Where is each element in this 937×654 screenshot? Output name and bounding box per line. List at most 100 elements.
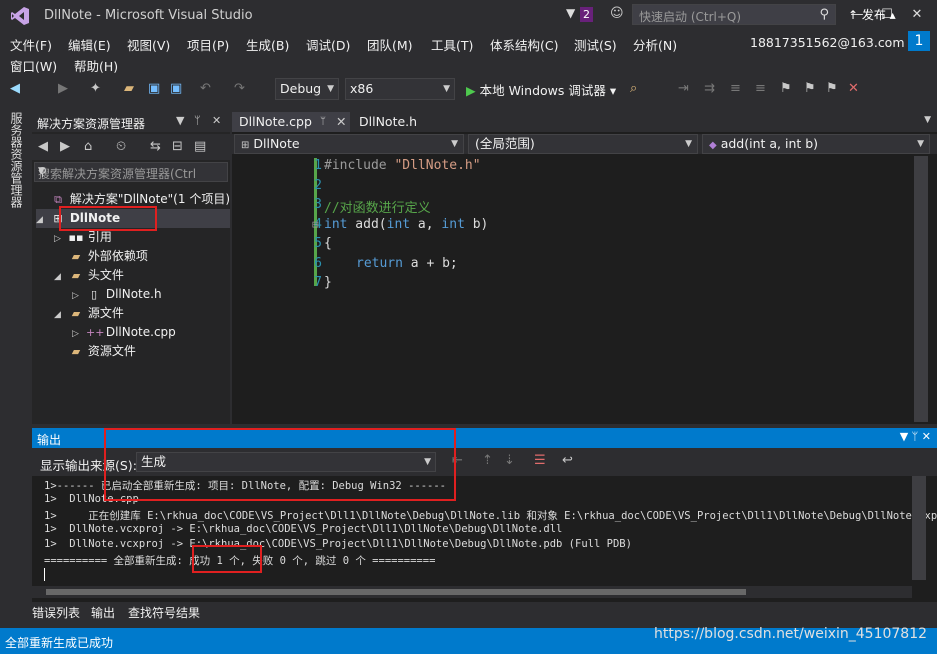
watermark-text: https://blog.csdn.net/weixin_45107812	[654, 626, 928, 642]
step-icon[interactable]: ⇥	[678, 81, 689, 96]
undo-icon[interactable]: ↶	[200, 81, 211, 96]
prev-bookmark-icon[interactable]: ⚑	[804, 81, 816, 96]
tree-item-header-files[interactable]: ◢ ▰ 头文件	[54, 266, 124, 285]
collapse-icon[interactable]: ⊟	[172, 139, 183, 154]
uncomment-icon[interactable]: ≡	[755, 81, 766, 96]
highlight-box-build-start	[104, 428, 456, 501]
output-title: 输出	[37, 433, 62, 447]
solution-search-input[interactable]: 搜索解决方案资源管理器(Ctrl ⚲ ▼	[34, 162, 228, 182]
menu-window[interactable]: 窗口(W)	[10, 56, 57, 75]
collapse-region-icon[interactable]: ⊟	[312, 218, 319, 231]
output-horizontal-scrollbar[interactable]	[32, 586, 912, 598]
start-debugger-button[interactable]: ▶ 本地 Windows 调试器 ▾	[466, 80, 616, 99]
output-line: 1> 正在创建库 E:\rkhua_doc\CODE\VS_Project\Dl…	[44, 510, 937, 522]
menu-build[interactable]: 生成(B)	[246, 35, 289, 54]
visual-studio-logo-icon	[11, 7, 29, 25]
tab-dllnote-h[interactable]: DllNote.h	[352, 112, 448, 132]
chevron-down-icon: ▼	[443, 84, 450, 94]
show-all-icon[interactable]: ▤	[194, 139, 206, 154]
member-dropdown[interactable]: ◆ add(int a, int b) ▼	[702, 134, 930, 154]
account-badge[interactable]: 1	[908, 31, 930, 51]
back-icon[interactable]: ◀	[10, 81, 20, 96]
output-vertical-scrollbar[interactable]	[912, 476, 926, 580]
output-window-controls[interactable]: ▼ ᛘ ✕	[900, 430, 931, 443]
menu-view[interactable]: 视图(V)	[127, 35, 170, 54]
platform-select[interactable]: x86 ▼	[345, 78, 455, 100]
tab-error-list[interactable]: 错误列表	[32, 604, 80, 621]
sync-icon[interactable]: ⇆	[150, 139, 161, 154]
tab-dllnote-cpp[interactable]: DllNote.cpp ᛘ ✕	[232, 112, 350, 132]
notification-flag-icon[interactable]: ▼	[566, 6, 575, 20]
chevron-down-icon: ▼	[685, 139, 692, 149]
folder-icon: ▰	[71, 250, 81, 263]
menu-debug[interactable]: 调试(D)	[306, 35, 350, 54]
save-all-icon[interactable]: ▣	[170, 81, 182, 96]
panel-close-icon[interactable]: ✕	[212, 114, 221, 127]
comment-icon[interactable]: ≡	[730, 81, 741, 96]
notification-count-badge[interactable]: 2	[580, 7, 593, 22]
tree-item-external-deps[interactable]: ▰ 外部依赖项	[54, 247, 148, 266]
editor-vertical-scrollbar[interactable]	[914, 156, 928, 422]
menu-test[interactable]: 测试(S)	[574, 35, 617, 54]
feedback-icon[interactable]: ☺	[610, 6, 624, 21]
project-icon: ⊞	[241, 140, 250, 151]
next-message-icon[interactable]: ⇣	[504, 453, 515, 468]
pin-icon[interactable]: ᛘ	[194, 114, 201, 127]
tree-item-source-files[interactable]: ◢ ▰ 源文件	[54, 304, 124, 323]
account-name[interactable]: 18817351562@163.com	[750, 35, 905, 50]
back-icon[interactable]: ◀	[38, 139, 48, 154]
next-bookmark-icon[interactable]: ⚑	[826, 81, 838, 96]
highlight-box-project	[59, 206, 157, 231]
panel-menu-icon[interactable]: ▼	[176, 114, 184, 127]
clear-bookmarks-icon[interactable]: ✕	[848, 81, 859, 96]
menu-project[interactable]: 项目(P)	[187, 35, 229, 54]
project-dropdown[interactable]: ⊞ DllNote ▼	[234, 134, 464, 154]
forward-icon[interactable]: ▶	[58, 81, 68, 96]
home-icon[interactable]: ⌂	[84, 139, 92, 154]
quick-launch-input[interactable]: 快速启动 (Ctrl+Q) ⚲	[632, 4, 836, 25]
tree-item-resource-files[interactable]: ▰ 资源文件	[54, 342, 136, 361]
word-wrap-icon[interactable]: ↩	[562, 453, 573, 468]
line-number: 2	[314, 178, 322, 193]
tree-item-dllnote-h[interactable]: ▷ ▯ DllNote.h	[72, 285, 162, 304]
menu-tools[interactable]: 工具(T)	[431, 35, 473, 54]
close-tab-icon[interactable]: ✕	[336, 112, 346, 132]
window-title: DllNote - Microsoft Visual Studio	[44, 8, 253, 23]
new-project-icon[interactable]: ✦	[90, 81, 101, 96]
chevron-down-icon: ▼	[327, 84, 334, 94]
forward-icon[interactable]: ▶	[60, 139, 70, 154]
tab-output[interactable]: 输出	[91, 604, 115, 621]
chevron-down-icon: ▼	[917, 139, 924, 149]
save-icon[interactable]: ▣	[148, 81, 160, 96]
redo-icon[interactable]: ↷	[234, 81, 245, 96]
scope-dropdown[interactable]: (全局范围) ▼	[468, 134, 698, 154]
tab-find-symbol-results[interactable]: 查找符号结果	[128, 604, 200, 621]
find-in-files-icon[interactable]: ⌕	[630, 81, 637, 96]
clear-all-icon[interactable]: ☰	[534, 453, 546, 468]
close-button[interactable]: ✕	[902, 4, 932, 26]
step-over-icon[interactable]: ⇉	[704, 81, 715, 96]
menu-analyze[interactable]: 分析(N)	[633, 35, 677, 54]
code-area[interactable]: 1 2 3 4 5 6 7 #include "DllNote.h" //对函数…	[232, 156, 937, 424]
solution-explorer-panel: 解决方案资源管理器 ▼ ᛘ ✕ ◀ ▶ ⌂ ⏲ ⇆ ⊟ ▤ 搜索解决方案资源管理…	[32, 112, 230, 424]
bookmark-icon[interactable]: ⚑	[780, 81, 792, 96]
menu-architecture[interactable]: 体系结构(C)	[490, 35, 558, 54]
editor-tab-strip: DllNote.cpp ᛘ ✕ DllNote.h ▼	[232, 112, 937, 132]
server-explorer-tab[interactable]: 服务器资源管理器	[0, 104, 30, 624]
text-cursor	[44, 568, 45, 581]
history-icon[interactable]: ⏲	[116, 139, 126, 154]
prev-message-icon[interactable]: ⇡	[482, 453, 493, 468]
menu-edit[interactable]: 编辑(E)	[68, 35, 111, 54]
tab-list-dropdown-icon[interactable]: ▼	[924, 115, 931, 125]
menu-file[interactable]: 文件(F)	[10, 35, 52, 54]
pin-icon[interactable]: ᛘ	[320, 112, 326, 132]
publish-button[interactable]: ↑ 发布 ▴	[848, 6, 896, 23]
menu-help[interactable]: 帮助(H)	[74, 56, 118, 75]
solution-config-select[interactable]: Debug ▼	[275, 78, 339, 100]
tree-item-dllnote-cpp[interactable]: ▷ ++ DllNote.cpp	[72, 323, 176, 342]
navigation-bar: ⊞ DllNote ▼ (全局范围) ▼ ◆ add(int a, int b) ▼	[232, 134, 937, 154]
solution-explorer-title: 解决方案资源管理器	[37, 117, 146, 131]
code-line: {	[324, 236, 332, 251]
menu-team[interactable]: 团队(M)	[367, 35, 413, 54]
open-folder-icon[interactable]: ▰	[124, 81, 134, 96]
